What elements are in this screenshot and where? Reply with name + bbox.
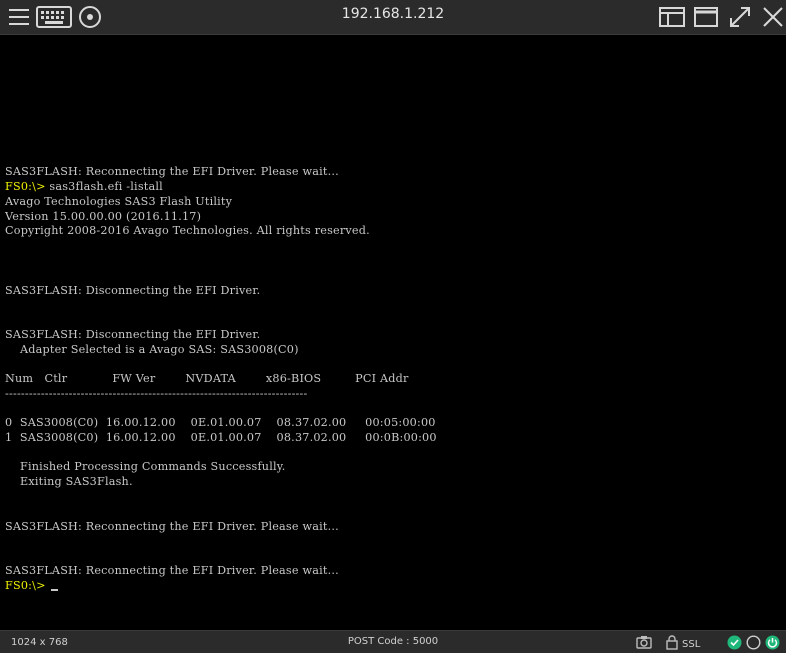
console-line: Finished Processing Commands Successfull… [5, 460, 286, 473]
console-table-row: 1 SAS3008(C0) 16.00.12.00 0E.01.00.07 08… [5, 431, 437, 444]
console-line: Avago Technologies SAS3 Flash Utility [5, 195, 233, 208]
text-cursor [51, 589, 59, 591]
console-line: Exiting SAS3Flash. [5, 475, 133, 488]
lock-icon [666, 634, 678, 650]
console-table-header: Num Ctlr FW Ver NVDATA x86-BIOS PCI Addr [5, 372, 409, 385]
console-prompt-line: FS0:\> [5, 578, 59, 593]
keyboard-icon[interactable] [36, 4, 72, 30]
console-prompt: FS0:\> [5, 180, 46, 193]
console-table-divider: ----------------------------------------… [5, 387, 308, 400]
status-ok-icon [727, 634, 742, 650]
title-bar: 192.168.1.212 [0, 0, 786, 35]
power-icon[interactable] [765, 634, 780, 650]
window-icon[interactable] [694, 4, 718, 30]
disc-icon[interactable] [78, 4, 102, 30]
expand-icon[interactable] [728, 4, 752, 30]
console-line: SAS3FLASH: Reconnecting the EFI Driver. … [5, 520, 339, 533]
close-icon[interactable] [762, 4, 784, 30]
ssl-label: SSL [682, 639, 701, 650]
status-bar: 1024 x 768 POST Code : 5000 SSL [0, 630, 786, 653]
hamburger-menu-icon[interactable] [6, 4, 32, 30]
split-view-icon[interactable] [659, 4, 685, 30]
camera-icon[interactable] [636, 634, 652, 650]
circle-icon [746, 634, 761, 650]
console-line: FS0:\> sas3flash.efi -listall [5, 180, 163, 193]
console-line: SAS3FLASH: Disconnecting the EFI Driver. [5, 284, 261, 297]
console-line: SAS3FLASH: Reconnecting the EFI Driver. … [5, 564, 339, 577]
remote-console-screen[interactable]: SAS3FLASH: Reconnecting the EFI Driver. … [0, 35, 786, 630]
console-line: Copyright 2008-2016 Avago Technologies. … [5, 224, 370, 237]
console-line: Version 15.00.00.00 (2016.11.17) [5, 210, 202, 223]
console-line: SAS3FLASH: Reconnecting the EFI Driver. … [5, 165, 339, 178]
console-line: SAS3FLASH: Disconnecting the EFI Driver. [5, 328, 261, 341]
console-table-row: 0 SAS3008(C0) 16.00.12.00 0E.01.00.07 08… [5, 416, 436, 429]
console-line: Adapter Selected is a Avago SAS: SAS3008… [5, 343, 299, 356]
console-prompt: FS0:\> [5, 579, 46, 592]
